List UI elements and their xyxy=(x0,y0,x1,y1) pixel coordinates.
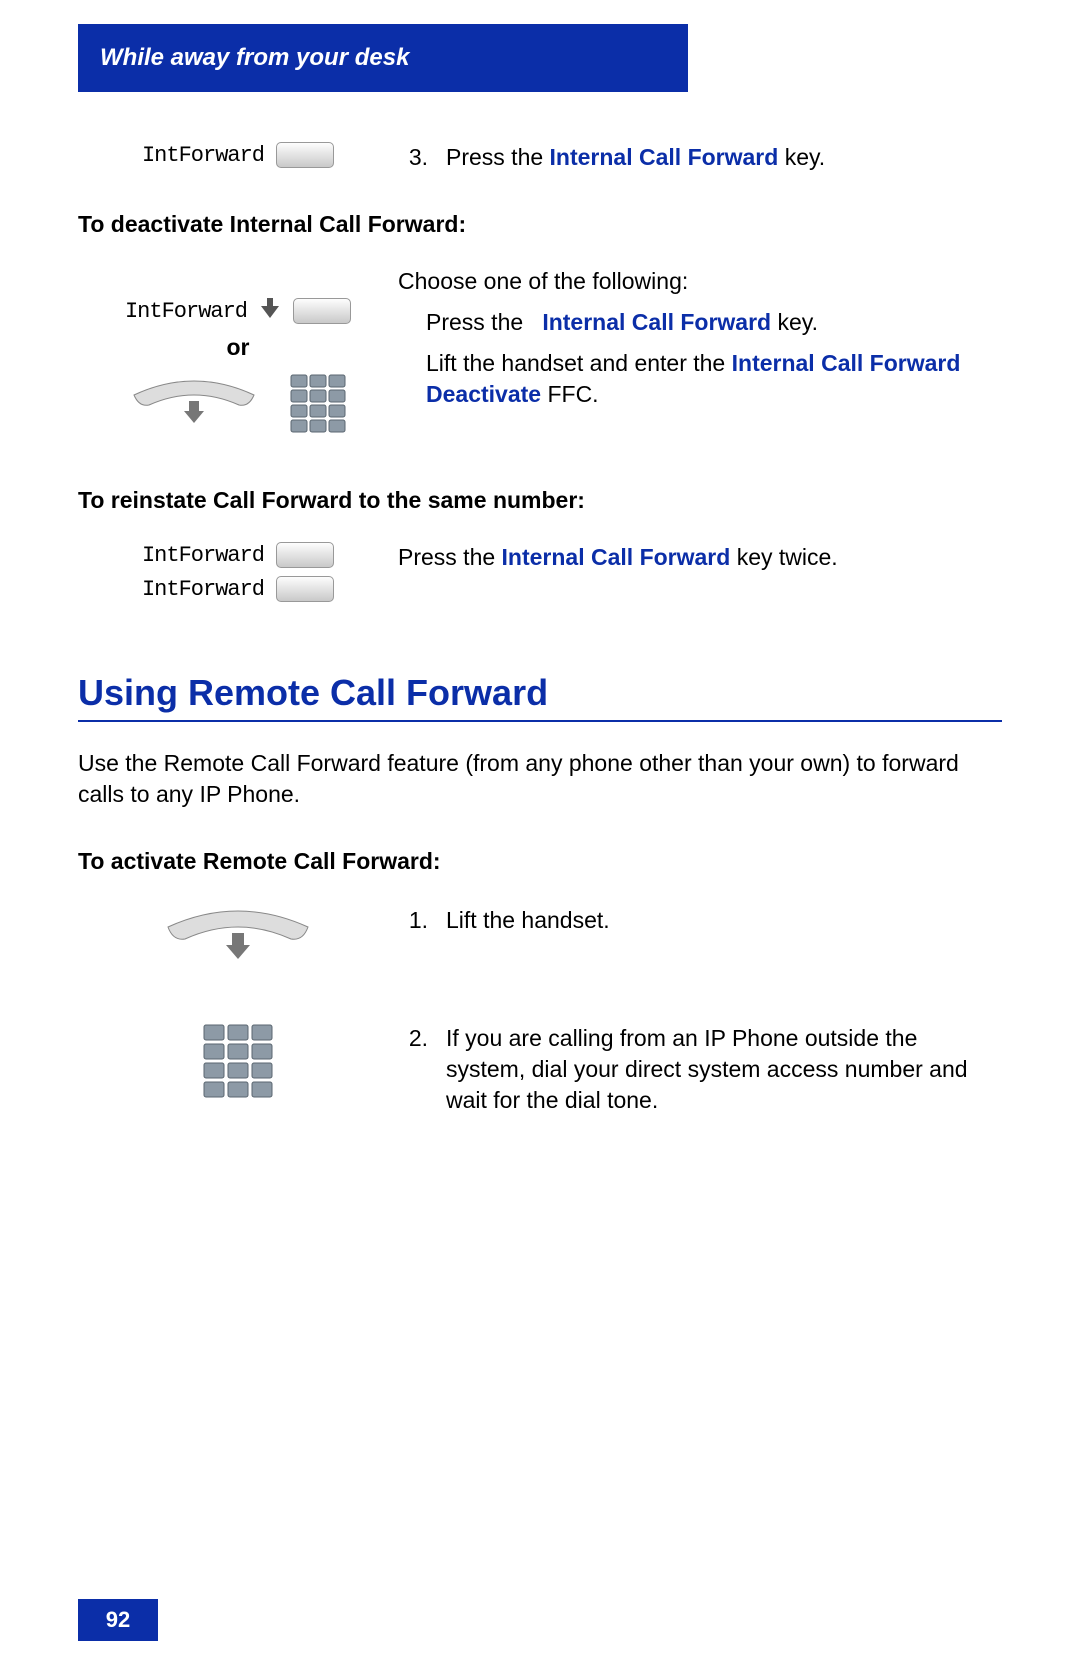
softkey-button-icon xyxy=(276,142,334,168)
remote-step-2: 2. If you are calling from an IP Phone o… xyxy=(78,1023,1002,1116)
reinstate-heading: To reinstate Call Forward to the same nu… xyxy=(78,487,1002,514)
softkey-button-icon xyxy=(276,576,334,602)
reinstate-row: IntForward IntForward Press the Internal… xyxy=(78,542,1002,602)
handset-lift-icon xyxy=(129,375,259,437)
step-text: If you are calling from an IP Phone outs… xyxy=(446,1023,1002,1116)
deactivate-graphic: IntForward or xyxy=(78,266,398,439)
text: key. xyxy=(771,309,818,335)
text: Press the xyxy=(426,309,530,335)
activate-heading: To activate Remote Call Forward: xyxy=(78,848,1002,875)
intro-text: Use the Remote Call Forward feature (fro… xyxy=(78,748,1002,810)
option-1: Press the Internal Call Forward key. xyxy=(398,307,1002,338)
keypad-icon xyxy=(202,1023,274,1105)
keypad-graphic xyxy=(78,1023,398,1105)
or-text: or xyxy=(227,334,250,361)
text: Press the xyxy=(398,544,502,570)
page-number: 92 xyxy=(78,1599,158,1641)
handset-lift-icon xyxy=(163,905,313,973)
indicator-icon xyxy=(259,296,281,326)
header-bar: While away from your desk xyxy=(78,24,688,92)
reinstate-graphic: IntForward IntForward xyxy=(78,542,398,602)
softkey-button-icon xyxy=(293,298,351,324)
text: key. xyxy=(778,144,825,170)
page-number-text: 92 xyxy=(106,1607,130,1633)
deactivate-heading: To deactivate Internal Call Forward: xyxy=(78,211,1002,238)
step-3-row: IntForward 3. Press the Internal Call Fo… xyxy=(78,142,1002,173)
softkey-label: IntForward xyxy=(142,543,264,568)
step-number: 1. xyxy=(398,905,428,936)
softkey-graphic: IntForward xyxy=(78,142,398,168)
keypad-icon xyxy=(289,373,347,439)
internal-call-forward-link: Internal Call Forward xyxy=(502,544,731,570)
step-number: 3. xyxy=(398,142,428,173)
content: IntForward 3. Press the Internal Call Fo… xyxy=(78,120,1002,1166)
remote-step-1: 1. Lift the handset. xyxy=(78,905,1002,973)
page: While away from your desk IntForward 3. … xyxy=(0,0,1080,1669)
softkey-label: IntForward xyxy=(142,577,264,602)
step-text: Lift the handset. xyxy=(446,905,610,936)
main-heading: Using Remote Call Forward xyxy=(78,672,1002,722)
internal-call-forward-link: Internal Call Forward xyxy=(542,309,771,335)
choose-intro: Choose one of the following: xyxy=(398,266,1002,297)
header-title: While away from your desk xyxy=(100,44,409,72)
softkey-button-icon xyxy=(276,542,334,568)
handset-graphic xyxy=(78,905,398,973)
step-3-text: 3. Press the Internal Call Forward key. xyxy=(398,142,1002,173)
option-2: Lift the handset and enter the Internal … xyxy=(398,348,1002,410)
softkey-label: IntForward xyxy=(142,143,264,168)
text: Lift the handset and enter the xyxy=(426,350,732,376)
internal-call-forward-link: Internal Call Forward xyxy=(550,144,779,170)
step-number: 2. xyxy=(398,1023,428,1116)
deactivate-row: IntForward or xyxy=(78,266,1002,439)
softkey-label: IntForward xyxy=(125,299,247,324)
text: key twice. xyxy=(730,544,837,570)
text: Press the xyxy=(446,144,550,170)
text: FFC. xyxy=(541,381,599,407)
